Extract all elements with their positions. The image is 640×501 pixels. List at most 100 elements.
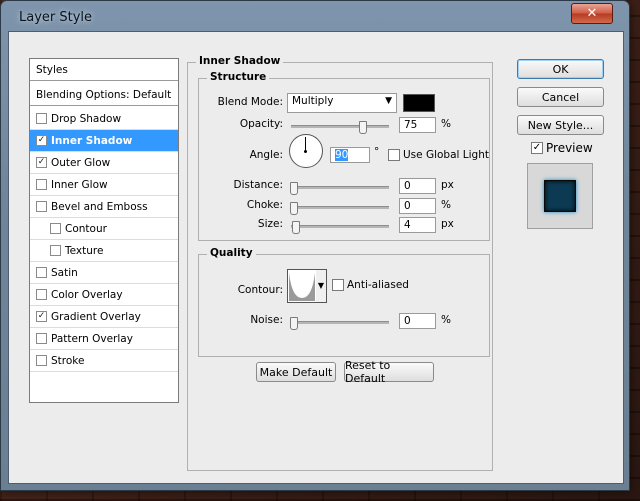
- angle-input[interactable]: 90: [330, 147, 370, 163]
- size-slider[interactable]: [291, 225, 389, 228]
- style-item-checkbox[interactable]: [36, 267, 47, 278]
- cancel-button[interactable]: Cancel: [517, 87, 604, 107]
- style-item-label: Bevel and Emboss: [51, 200, 148, 213]
- angle-value: 90: [335, 149, 349, 161]
- angle-label: Angle:: [249, 149, 283, 161]
- angle-dial[interactable]: [289, 134, 323, 168]
- style-item-checkbox[interactable]: [36, 289, 47, 300]
- style-item-checkbox[interactable]: [36, 355, 47, 366]
- style-item-label: Pattern Overlay: [51, 332, 133, 345]
- global-light-label: Use Global Light: [403, 149, 489, 161]
- style-item-checkbox[interactable]: [50, 245, 61, 256]
- angle-unit: °: [374, 146, 380, 158]
- window-title: Layer Style: [19, 10, 93, 25]
- style-item-label: Texture: [65, 244, 104, 257]
- size-slider-thumb[interactable]: [292, 221, 300, 234]
- noise-input[interactable]: 0: [399, 313, 436, 329]
- style-item-checkbox[interactable]: ✓: [36, 157, 47, 168]
- structure-title: Structure: [207, 71, 270, 83]
- preview-checkbox[interactable]: ✓: [531, 142, 543, 154]
- global-light-checkbox[interactable]: [388, 149, 400, 161]
- make-default-button[interactable]: Make Default: [256, 362, 336, 382]
- choke-input[interactable]: 0: [399, 198, 436, 214]
- style-item-label: Drop Shadow: [51, 112, 122, 125]
- style-item-contour[interactable]: Contour: [30, 218, 178, 240]
- reset-to-default-button[interactable]: Reset to Default: [344, 359, 434, 385]
- style-item-inner-shadow[interactable]: ✓ Inner Shadow: [30, 130, 178, 152]
- choke-unit: %: [441, 199, 451, 211]
- opacity-unit: %: [441, 118, 451, 130]
- noise-slider-thumb[interactable]: [290, 317, 298, 330]
- size-unit: px: [441, 218, 454, 230]
- blending-options-item[interactable]: Blending Options: Default: [30, 84, 178, 106]
- dialog-client-area: Styles Blending Options: Default Drop Sh…: [8, 31, 624, 484]
- styles-header[interactable]: Styles: [30, 59, 178, 81]
- style-item-label: Inner Shadow: [51, 134, 133, 147]
- distance-slider-thumb[interactable]: [290, 182, 298, 195]
- style-item-pattern-overlay[interactable]: Pattern Overlay: [30, 328, 178, 350]
- style-item-checkbox[interactable]: ✓: [36, 311, 47, 322]
- opacity-input[interactable]: 75: [399, 117, 436, 133]
- style-item-label: Contour: [65, 222, 107, 235]
- ok-button[interactable]: OK: [517, 59, 604, 79]
- angle-dial-center: [304, 150, 307, 153]
- style-item-checkbox[interactable]: [36, 201, 47, 212]
- choke-label: Choke:: [246, 199, 283, 211]
- structure-group: Structure Blend Mode: Multiply ▼ Opacity…: [198, 71, 490, 241]
- style-item-inner-glow[interactable]: Inner Glow: [30, 174, 178, 196]
- style-item-checkbox[interactable]: [36, 179, 47, 190]
- style-item-checkbox[interactable]: ✓: [36, 135, 47, 146]
- panel-title: Inner Shadow: [196, 55, 284, 67]
- quality-title: Quality: [207, 247, 256, 259]
- noise-slider[interactable]: [291, 321, 389, 324]
- size-input[interactable]: 4: [399, 217, 436, 233]
- distance-input[interactable]: 0: [399, 178, 436, 194]
- noise-label: Noise:: [250, 314, 283, 326]
- style-item-checkbox[interactable]: [36, 333, 47, 344]
- style-item-texture[interactable]: Texture: [30, 240, 178, 262]
- chevron-down-icon: ▼: [385, 96, 392, 106]
- style-item-label: Stroke: [51, 354, 85, 367]
- angle-dial-needle: [305, 137, 306, 151]
- contour-dropdown-chevron-icon[interactable]: ▼: [316, 269, 327, 303]
- style-item-label: Inner Glow: [51, 178, 108, 191]
- contour-label: Contour:: [237, 284, 283, 296]
- contour-preview[interactable]: [287, 269, 317, 303]
- preview-box: [527, 163, 593, 229]
- distance-slider[interactable]: [291, 186, 389, 189]
- close-button[interactable]: ✕: [571, 3, 613, 24]
- style-item-outer-glow[interactable]: ✓ Outer Glow: [30, 152, 178, 174]
- style-item-checkbox[interactable]: [36, 113, 47, 124]
- blend-mode-select[interactable]: Multiply ▼: [287, 93, 397, 113]
- preview-swatch: [544, 180, 576, 212]
- style-item-bevel-and-emboss[interactable]: Bevel and Emboss: [30, 196, 178, 218]
- style-item-drop-shadow[interactable]: Drop Shadow: [30, 108, 178, 130]
- blend-color-swatch[interactable]: [403, 94, 435, 112]
- distance-unit: px: [441, 179, 454, 191]
- style-item-color-overlay[interactable]: Color Overlay: [30, 284, 178, 306]
- styles-list: Styles Blending Options: Default Drop Sh…: [29, 58, 179, 403]
- anti-aliased-checkbox[interactable]: [332, 279, 344, 291]
- choke-slider[interactable]: [291, 206, 389, 209]
- preview-label: Preview: [546, 141, 593, 155]
- noise-unit: %: [441, 314, 451, 326]
- new-style-button[interactable]: New Style...: [517, 115, 604, 135]
- inner-shadow-group: Inner Shadow Structure Blend Mode: Multi…: [187, 55, 493, 471]
- style-item-stroke[interactable]: Stroke: [30, 350, 178, 372]
- style-item-checkbox[interactable]: [50, 223, 61, 234]
- opacity-slider-thumb[interactable]: [359, 121, 368, 134]
- contour-curve-icon: [289, 273, 315, 301]
- choke-slider-thumb[interactable]: [290, 202, 298, 215]
- layer-style-dialog: Layer Style ✕ Styles Blending Options: D…: [0, 0, 630, 491]
- style-item-satin[interactable]: Satin: [30, 262, 178, 284]
- opacity-slider[interactable]: [291, 125, 389, 128]
- style-item-label: Color Overlay: [51, 288, 123, 301]
- anti-aliased-label: Anti-aliased: [347, 279, 409, 291]
- size-label: Size:: [257, 218, 283, 230]
- quality-group: Quality Contour: ▼ Anti-aliased Noise: 0…: [198, 247, 490, 357]
- style-item-label: Outer Glow: [51, 156, 111, 169]
- distance-label: Distance:: [233, 179, 283, 191]
- style-item-label: Gradient Overlay: [51, 310, 141, 323]
- style-item-gradient-overlay[interactable]: ✓ Gradient Overlay: [30, 306, 178, 328]
- opacity-label: Opacity:: [239, 118, 283, 130]
